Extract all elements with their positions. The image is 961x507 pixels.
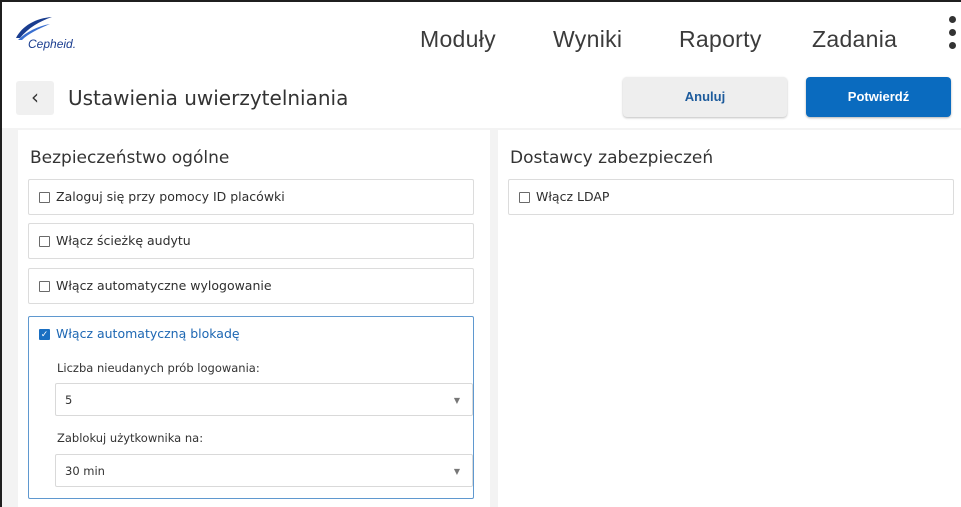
nav-moduly[interactable]: Moduły — [420, 26, 496, 53]
top-nav: Cepheid. Moduły Wyniki Raporty Zadania — [2, 2, 961, 68]
app-frame: Cepheid. Moduły Wyniki Raporty Zadania ‹… — [0, 0, 961, 507]
lockout-duration-select[interactable]: 30 min ▼ — [55, 454, 473, 487]
option-label: Włącz LDAP — [536, 189, 610, 204]
section-title-security-providers: Dostawcy zabezpieczeń — [510, 148, 714, 168]
nav-zadania[interactable]: Zadania — [812, 26, 897, 53]
option-auto-lockout[interactable]: ✓ Włącz automatyczną blokadę Liczba nieu… — [28, 316, 474, 499]
option-label: Włącz ścieżkę audytu — [56, 233, 191, 248]
security-providers-panel: Dostawcy zabezpieczeń Włącz LDAP — [498, 130, 961, 507]
back-button[interactable]: ‹ — [16, 81, 54, 115]
select-value: 5 — [65, 393, 73, 407]
option-auto-logout[interactable]: Włącz automatyczne wylogowanie — [28, 268, 474, 304]
option-label: Zaloguj się przy pomocy ID placówki — [56, 189, 285, 204]
select-value: 30 min — [65, 464, 105, 478]
confirm-button[interactable]: Potwierdź — [806, 77, 951, 117]
chevron-down-icon: ▼ — [453, 467, 460, 476]
nav-wyniki[interactable]: Wyniki — [553, 26, 622, 53]
section-title-general-security: Bezpieczeństwo ogólne — [30, 148, 230, 168]
checkbox[interactable] — [519, 192, 530, 203]
more-menu-icon[interactable] — [946, 16, 960, 50]
option-facility-id-login[interactable]: Zaloguj się przy pomocy ID placówki — [28, 179, 474, 215]
chevron-down-icon: ▼ — [453, 396, 460, 405]
nav-raporty[interactable]: Raporty — [679, 26, 762, 53]
checkbox-checked-icon[interactable]: ✓ — [39, 329, 50, 340]
lockout-duration-label: Zablokuj użytkownika na: — [57, 431, 204, 445]
checkbox[interactable] — [39, 236, 50, 247]
checkbox[interactable] — [39, 281, 50, 292]
failed-attempts-select[interactable]: 5 ▼ — [55, 383, 473, 416]
option-ldap[interactable]: Włącz LDAP — [508, 179, 954, 215]
option-audit-trail[interactable]: Włącz ścieżkę audytu — [28, 223, 474, 259]
failed-attempts-label: Liczba nieudanych prób logowania: — [57, 361, 260, 375]
general-security-panel: Bezpieczeństwo ogólne Zaloguj się przy p… — [18, 130, 490, 507]
cancel-button[interactable]: Anuluj — [623, 77, 787, 117]
logo-text: Cepheid. — [28, 37, 77, 51]
checkbox[interactable] — [39, 192, 50, 203]
option-label: Włącz automatyczną blokadę — [56, 326, 240, 341]
page-title: Ustawienia uwierzytelniania — [68, 86, 349, 110]
cepheid-logo[interactable]: Cepheid. — [14, 16, 124, 56]
option-label: Włącz automatyczne wylogowanie — [56, 278, 272, 293]
page-header: ‹ Ustawienia uwierzytelniania Anuluj Pot… — [2, 68, 961, 128]
